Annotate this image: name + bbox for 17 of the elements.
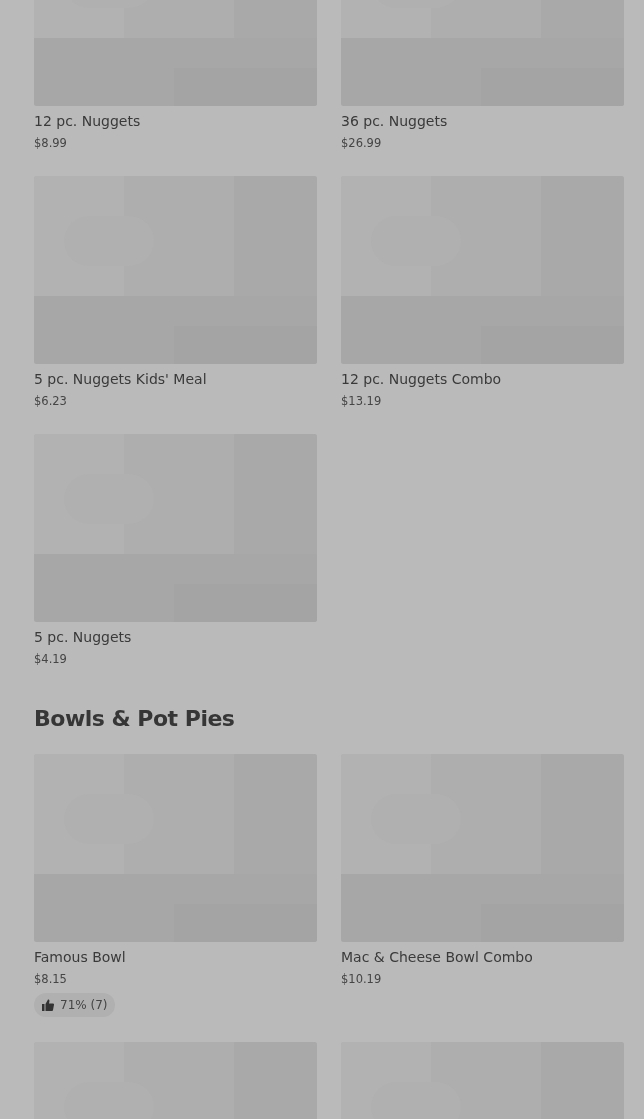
rating-text: 71% (7) [60, 997, 108, 1015]
item-name[interactable]: 12 pc. Nuggets [34, 111, 317, 131]
item-name[interactable]: 5 pc. Nuggets [34, 627, 317, 647]
item-name[interactable]: Famous Bowl [34, 947, 317, 968]
section-heading: Bowls & Pot Pies [34, 706, 236, 733]
item-name[interactable]: 36 pc. Nuggets [341, 111, 624, 131]
item-name[interactable]: 5 pc. Nuggets Kids' Meal [34, 369, 317, 389]
item-price: $26.99 [341, 135, 383, 152]
item-price: $4.19 [34, 651, 68, 668]
thumbs-up-icon [42, 999, 54, 1012]
item-price: $8.15 [34, 971, 68, 989]
item-price: $10.19 [341, 971, 383, 989]
item-price: $8.99 [34, 135, 68, 152]
item-price: $13.19 [341, 393, 383, 410]
item-name[interactable]: Mac & Cheese Bowl Combo [341, 947, 624, 968]
item-name[interactable]: 12 pc. Nuggets Combo [341, 369, 624, 389]
item-price: $6.23 [34, 393, 68, 410]
